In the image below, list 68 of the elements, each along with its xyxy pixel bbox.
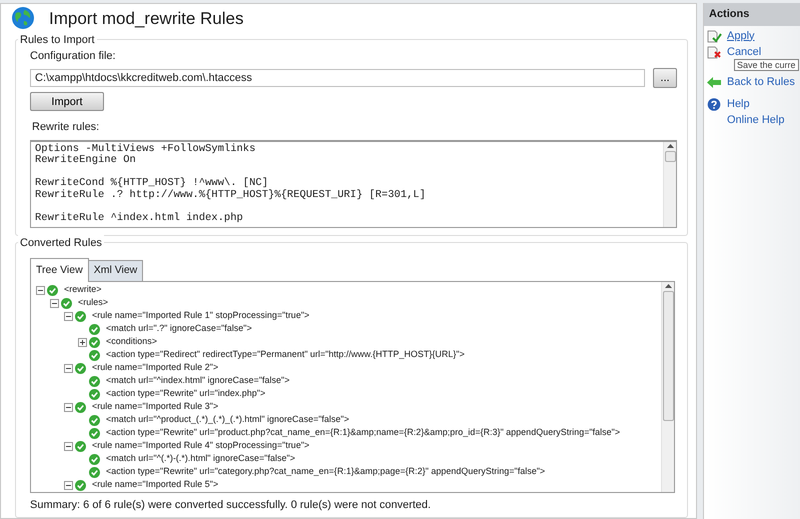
action-link[interactable]: Back to Rules [707, 76, 800, 88]
field-label: Rewrite rules: [32, 120, 100, 136]
check-icon [89, 350, 100, 360]
action-link[interactable]: Help [707, 98, 800, 110]
collapse-icon[interactable] [64, 402, 73, 412]
document-x-icon [707, 46, 722, 58]
tab[interactable]: Tree View [30, 258, 89, 282]
scroll-thumb[interactable] [662, 290, 674, 420]
scroll-thumb[interactable] [664, 150, 676, 162]
tree-node[interactable]: <action type="Redirect" redirectType="Permanent" url="http://www.{HTTP_HOST}{URL}"> [106, 348, 465, 362]
collapse-icon[interactable] [50, 298, 59, 308]
tree-node[interactable]: <match url="^index.html" ignoreCase="false"> [106, 374, 290, 388]
check-icon [75, 362, 86, 374]
document-check-icon [707, 30, 722, 42]
action-link[interactable]: Apply [707, 30, 800, 42]
tree-node[interactable]: <match url=".?" ignoreCase="false"> [106, 322, 252, 336]
check-icon [61, 298, 72, 308]
back-arrow-icon [707, 76, 722, 88]
pane-header: Actions [704, 3, 800, 26]
tree-node[interactable]: <rule name="Imported Rule 4" stopProcessing="true"> [92, 439, 310, 453]
action-link[interactable]: Online Help [707, 114, 800, 126]
tree-node[interactable]: <action type="Rewrite" url="index.php"> [106, 387, 266, 401]
check-icon [89, 376, 100, 386]
browse-button[interactable]: ... [653, 68, 677, 88]
tree-node[interactable]: <conditions> [106, 335, 158, 349]
help-icon [707, 98, 722, 110]
tree-node[interactable]: <action type="Rewrite" url="category.php?cat_name_en={R:1}&amp;page={R:2}" appendQueryString="false"> [106, 465, 546, 479]
scroll-up-icon[interactable] [664, 284, 672, 288]
check-icon [75, 440, 86, 452]
tree-node[interactable]: <action type="Rewrite" url="product.php?cat_name_en={R:1}&amp;name={R:2}&amp;pro_id={R:3}" appendQueryString="false"> [106, 426, 620, 440]
collapse-icon[interactable] [64, 442, 73, 450]
check-icon [89, 324, 100, 334]
action-link[interactable]: Cancel [707, 46, 800, 58]
scrollbar[interactable] [663, 142, 676, 227]
tree-node[interactable]: <match url="^product_(.*)_(.*)_(.*).html" ignoreCase="false"> [106, 413, 350, 427]
config-file-field[interactable]: C:\xampp\htdocs\kkcreditweb.com\.htaccess [30, 69, 645, 88]
summary-text: Summary: 6 of 6 rule(s) were converted successfully. 0 rule(s) were not converted. [30, 498, 432, 512]
tree-node[interactable]: <rule name="Imported Rule 3"> [92, 400, 218, 414]
import-button[interactable]: Import [30, 92, 104, 112]
collapse-icon[interactable] [64, 364, 73, 372]
check-icon [75, 402, 86, 412]
check-icon [75, 310, 86, 322]
tab[interactable]: Xml View [88, 260, 144, 280]
check-icon [47, 284, 58, 296]
check-icon [89, 388, 100, 400]
tree-node[interactable]: <rule name="Imported Rule 5"> [92, 478, 218, 492]
tree-node[interactable]: <rule name="Imported Rule 2"> [92, 361, 218, 375]
collapse-icon[interactable] [36, 286, 45, 294]
tree-node[interactable]: <rules> [78, 296, 108, 310]
check-icon [89, 466, 100, 478]
rewrite-rules-field[interactable]: Options -MultiViews +FollowSymlinks RewriteEngine On RewriteCond %{HTTP_HOST} !^www\. [NC] RewriteRule .? http://www.%{HTTP_HOST}%{REQUEST_URI} [R=301,L] RewriteRule ^index.html index.php [30, 140, 677, 228]
scroll-up-icon[interactable] [666, 144, 674, 148]
tree-node[interactable]: <match url="^(.*)-(.*).html" ignoreCase="false"> [106, 452, 296, 466]
expand-icon[interactable] [78, 338, 87, 346]
globe-icon [11, 6, 35, 30]
collapse-icon[interactable] [64, 480, 73, 490]
check-icon [89, 336, 100, 348]
collapse-icon[interactable] [64, 312, 73, 320]
check-icon [89, 428, 100, 438]
tree-node[interactable]: <rewrite> [64, 283, 102, 297]
tree-node[interactable]: <rule name="Imported Rule 1" stopProcessing="true"> [92, 309, 310, 323]
tooltip: Save the curre [734, 59, 799, 71]
check-icon [89, 414, 100, 426]
field-label: Configuration file: [30, 48, 117, 64]
check-icon [75, 480, 86, 490]
check-icon [89, 454, 100, 464]
page-title: Import mod_rewrite Rules [49, 8, 244, 30]
scrollbar[interactable] [661, 282, 674, 492]
